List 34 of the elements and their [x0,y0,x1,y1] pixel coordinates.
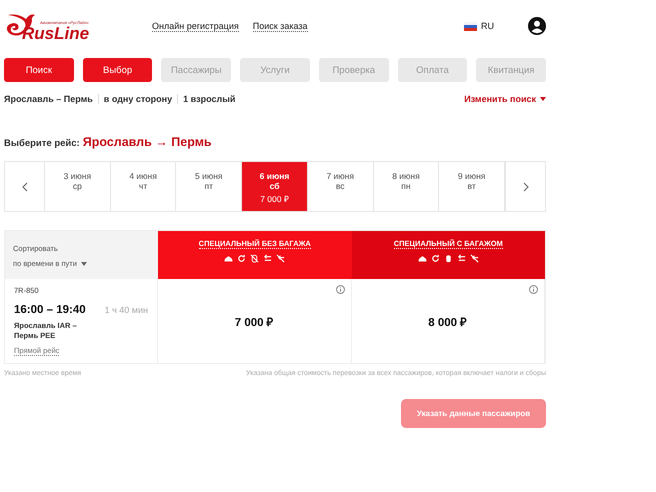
bag-icon [224,254,234,263]
fare-price-option[interactable]: 7 000 ₽ [158,279,352,363]
header-link[interactable]: Онлайн регистрация [152,20,239,32]
refresh-icon [430,254,440,263]
heading-route: Ярославль → Пермь [82,135,212,149]
return-arrow-icon [263,254,272,263]
suitcase-icon [444,254,453,263]
header-link[interactable]: Поиск заказа [252,20,308,32]
russia-flag-icon[interactable] [464,22,477,30]
return-arrow-icon [456,254,466,263]
search-summary-item: 1 взрослый [177,94,240,104]
fare-price-option[interactable]: 8 000 ₽ [352,279,545,363]
crossed-suitcase-icon [250,254,260,263]
search-summary-item: Ярославль – Пермь [4,94,94,104]
flight-duration: 1 ч 40 мин [104,305,148,315]
change-search-link[interactable]: Изменить поиск [464,94,546,104]
refresh-icon [237,254,246,263]
search-summary-item: в одну сторону [98,94,178,104]
info-icon[interactable] [529,285,538,294]
step-tab[interactable]: Выбор [82,58,152,82]
info-icon[interactable] [336,285,344,294]
step-tab[interactable]: Поиск [4,58,74,82]
date-tab[interactable]: 8 июня пн [374,162,440,211]
heading-label: Выберите рейс: [4,138,80,149]
caret-icon [540,97,546,101]
date-tab[interactable]: 6 июня сб 7 000 ₽ [242,162,308,211]
user-account-icon[interactable] [528,17,546,35]
language-label[interactable]: RU [481,21,494,31]
bag-icon [418,254,427,263]
logo-text: RusLine [22,25,90,42]
crossed-arrow-icon [470,254,479,263]
crossed-arrow-icon [276,254,286,263]
flight-times: 16:00 – 19:40 [14,304,86,316]
caret-icon [80,262,87,266]
